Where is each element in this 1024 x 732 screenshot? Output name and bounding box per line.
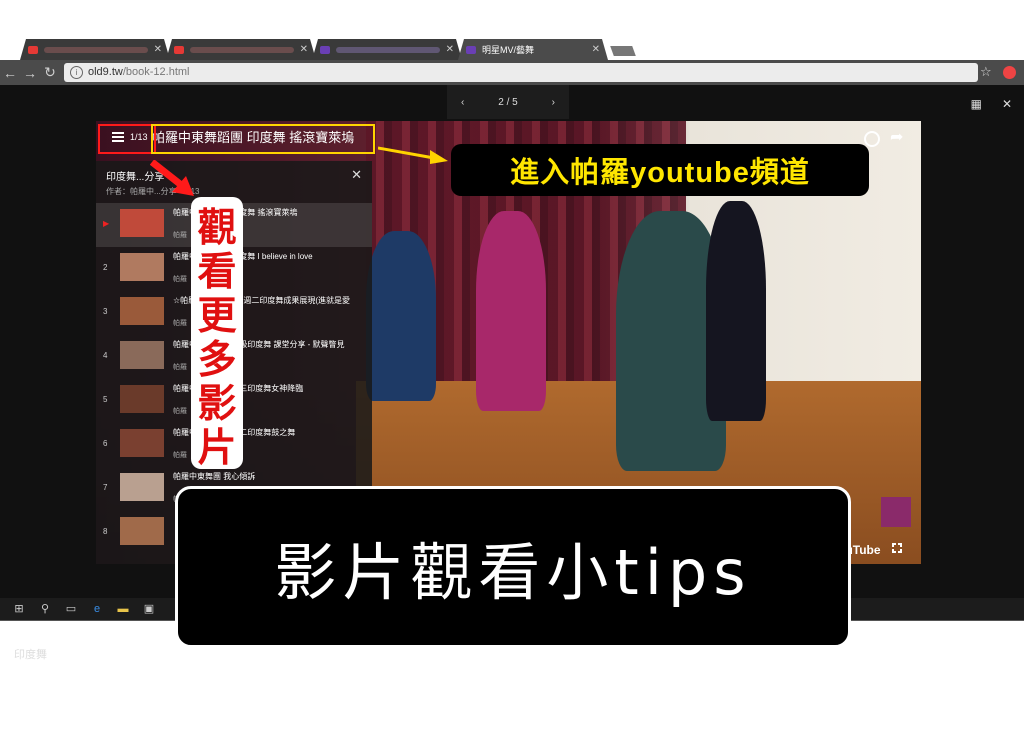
playlist-item-channel: 帕羅 [173, 320, 187, 327]
share-icon[interactable]: ➦ [890, 127, 903, 147]
reload-icon[interactable]: ↻ [40, 64, 60, 81]
forward-icon[interactable]: → [20, 65, 40, 81]
address-bar-row: ← → ↻ i old9.tw/book-12.html ☆ [0, 60, 1024, 85]
playlist-item-channel: 帕羅 [173, 276, 187, 283]
playlist-item-number: 4 [103, 351, 108, 360]
dancer [366, 231, 436, 401]
close-playlist-icon[interactable]: ✕ [351, 167, 362, 183]
edge-icon[interactable]: e [90, 603, 104, 615]
close-tab-icon[interactable]: ✕ [154, 44, 162, 55]
playlist-item-number: 6 [103, 439, 108, 448]
grid-icon[interactable]: ▦ [971, 97, 982, 111]
lightbox-pager: ‹ 2 / 5 › [447, 85, 569, 119]
youtube-favicon-icon [174, 46, 184, 54]
folder-icon[interactable]: ▬ [116, 603, 130, 615]
watch-more-callout: 觀 看 更 多 影 片 [191, 197, 243, 470]
callout-char: 影 [197, 383, 237, 426]
highlight-playlist-box [98, 124, 156, 154]
playlist-item-channel: 帕羅 [173, 364, 187, 371]
yellow-arrow-icon [378, 146, 448, 164]
youtube-favicon-icon [28, 46, 38, 54]
search-icon[interactable]: ⚲ [38, 603, 52, 615]
bookmark-star-icon[interactable]: ☆ [980, 64, 992, 80]
playlist-title: 印度舞...分享 [106, 172, 165, 183]
callout-char: 片 [197, 427, 237, 470]
windows-start-icon[interactable]: ⊞ [12, 603, 26, 615]
playlist-item-number: ▶ [103, 219, 110, 228]
close-icon[interactable]: ✕ [1002, 97, 1012, 111]
browser-tab-active[interactable]: 明星MV/藝舞 ✕ [458, 39, 608, 60]
playlist-item-number: 3 [103, 307, 108, 316]
callout-char: 看 [197, 251, 237, 294]
new-tab-button[interactable] [610, 46, 636, 56]
url-field[interactable]: i old9.tw/book-12.html [64, 63, 978, 82]
task-view-icon[interactable]: ▭ [64, 603, 78, 615]
site-favicon-icon [320, 46, 330, 54]
playlist-item-thumbnail[interactable] [120, 517, 164, 545]
dancer [706, 201, 766, 421]
slide-caption: 印度舞 [14, 649, 47, 661]
page-indicator: 2 / 5 [498, 96, 518, 108]
playlist-item-thumbnail[interactable] [120, 429, 164, 457]
browser-tab[interactable]: ✕ [166, 39, 316, 60]
highlight-title-box [151, 124, 375, 154]
playlist-author: 作者：帕羅中...分享 • 1/13 [106, 187, 200, 196]
youtube-channel-callout: 進入帕羅youtube頻道 [451, 144, 869, 196]
close-tab-icon[interactable]: ✕ [446, 44, 454, 55]
url-path: /book-12.html [122, 66, 190, 78]
next-arrow-icon[interactable]: › [552, 97, 555, 108]
store-icon[interactable]: ▣ [142, 603, 156, 615]
playlist-item-number: 2 [103, 263, 108, 272]
playlist-item-thumbnail[interactable] [120, 253, 164, 281]
playlist-item-channel: 帕羅 [173, 232, 187, 239]
tab-strip: ✕ ✕ ✕ 明星MV/藝舞 ✕ [0, 34, 1024, 60]
callout-char: 更 [197, 295, 237, 338]
playlist-item-channel: 帕羅 [173, 408, 187, 415]
playlist-item-number: 5 [103, 395, 108, 404]
playlist-item-thumbnail[interactable] [120, 385, 164, 413]
playlist-item-title: 帕羅中東舞團 我心傾訴 [173, 472, 256, 481]
tab-title [190, 47, 294, 53]
watch-later-icon[interactable] [864, 131, 880, 147]
callout-char: 觀 [197, 207, 237, 250]
back-icon[interactable]: ← [0, 65, 20, 81]
lightbox-controls: ▦ ✕ [971, 97, 1012, 111]
callout-char: 多 [197, 339, 237, 382]
playlist-item-number: 8 [103, 527, 108, 536]
playlist-item-number: 7 [103, 483, 108, 492]
tab-title: 明星MV/藝舞 [482, 45, 535, 55]
dancer [476, 211, 546, 411]
close-tab-icon[interactable]: ✕ [592, 44, 600, 55]
red-arrow-icon [150, 160, 194, 196]
prev-arrow-icon[interactable]: ‹ [461, 97, 464, 108]
playlist-item-thumbnail[interactable] [120, 473, 164, 501]
playlist-item-thumbnail[interactable] [120, 341, 164, 369]
channel-watermark-icon[interactable] [881, 497, 911, 527]
close-tab-icon[interactable]: ✕ [300, 44, 308, 55]
playlist-item-channel: 帕羅 [173, 452, 187, 459]
tab-title [44, 47, 148, 53]
info-icon[interactable]: i [70, 66, 83, 79]
playlist-item-thumbnail[interactable] [120, 297, 164, 325]
tab-title [336, 47, 440, 53]
extension-icon[interactable] [1003, 66, 1016, 79]
browser-tab[interactable]: ✕ [20, 39, 170, 60]
playlist-item-thumbnail[interactable] [120, 209, 164, 237]
url-host: old9.tw [88, 66, 123, 78]
browser-tab[interactable]: ✕ [312, 39, 462, 60]
site-favicon-icon [466, 46, 476, 54]
tips-banner: 影片觀看小tips [175, 486, 851, 648]
